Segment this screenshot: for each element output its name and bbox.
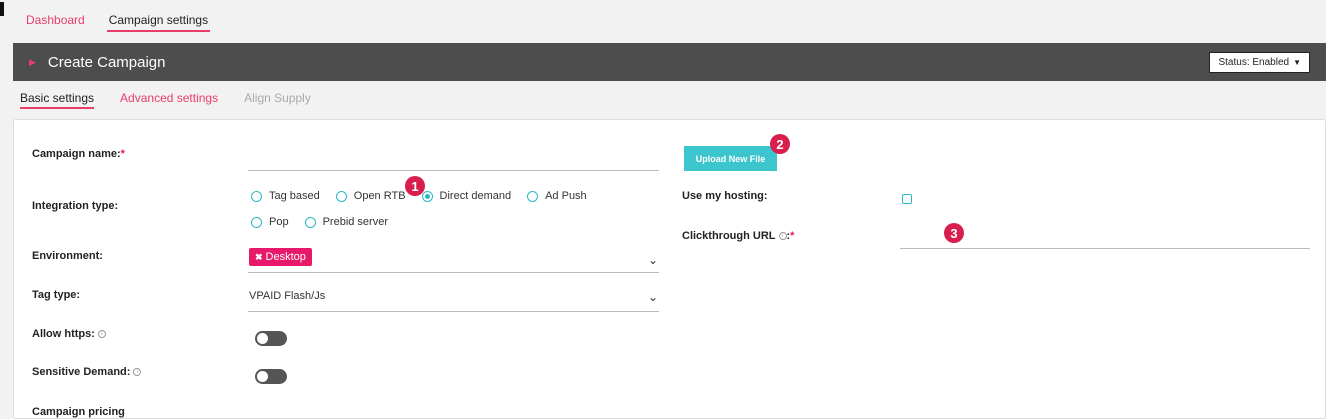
use-hosting-label: Use my hosting: (682, 190, 768, 202)
info-icon: i (97, 330, 106, 339)
window-edge-mark (0, 2, 4, 16)
page-title: Create Campaign (47, 53, 166, 71)
campaign-name-label: Campaign name:* (32, 148, 125, 160)
radio-prebid-server[interactable]: Prebid server (304, 216, 388, 228)
tag-type-value[interactable]: VPAID Flash/Js (249, 290, 325, 302)
campaign-pricing-label: Campaign pricing (32, 406, 125, 418)
annotation-badge-1: 1 (405, 176, 425, 196)
integration-type-label: Integration type: (32, 200, 119, 212)
info-icon: i (133, 368, 142, 377)
tab-advanced-settings[interactable]: Advanced settings (120, 91, 218, 109)
environment-select[interactable] (248, 272, 659, 273)
radio-circle (251, 190, 262, 202)
environment-label: Environment: (32, 250, 103, 262)
allow-https-label: Allow https: i (32, 328, 106, 340)
status-dropdown[interactable]: Status: Enabled ▼ (1209, 51, 1310, 73)
tab-align-supply[interactable]: Align Supply (244, 91, 311, 109)
tab-basic-settings[interactable]: Basic settings (20, 91, 95, 109)
radio-circle (304, 216, 316, 228)
annotation-badge-2: 2 (770, 134, 790, 154)
tag-type-select[interactable] (248, 311, 659, 312)
play-arrow-icon: ▶ (29, 56, 36, 67)
use-hosting-checkbox[interactable] (902, 194, 912, 204)
allow-https-toggle[interactable] (255, 331, 287, 346)
integration-type-row-2: Pop Prebid server (251, 216, 388, 228)
settings-tabs: Basic settings Advanced settings Align S… (20, 91, 311, 109)
sensitive-demand-label: Sensitive Demand: i (32, 366, 142, 378)
tag-type-label: Tag type: (32, 289, 81, 301)
radio-tag-based[interactable]: Tag based (251, 190, 320, 202)
chevron-down-icon[interactable]: ⌄ (648, 290, 658, 304)
radio-circle (251, 216, 262, 228)
info-icon: i (778, 232, 787, 241)
page-header: ▶ Create Campaign Status: Enabled ▼ (13, 43, 1326, 81)
nav-dashboard[interactable]: Dashboard (26, 13, 85, 32)
environment-chip[interactable]: ✖ Desktop (249, 248, 312, 266)
upload-new-file-button[interactable]: Upload New File (684, 146, 777, 171)
chevron-down-icon[interactable]: ⌄ (648, 253, 658, 267)
radio-circle-checked (421, 190, 433, 202)
top-navigation: Dashboard Campaign settings (26, 13, 211, 32)
campaign-name-input[interactable] (248, 155, 659, 171)
remove-x-icon[interactable]: ✖ (255, 252, 263, 263)
radio-circle (335, 190, 347, 202)
caret-down-icon: ▼ (1293, 57, 1301, 67)
radio-open-rtb[interactable]: Open RTB (335, 190, 406, 202)
status-label: Status: Enabled (1218, 56, 1290, 68)
radio-pop[interactable]: Pop (251, 216, 289, 228)
annotation-badge-3: 3 (944, 223, 964, 243)
radio-circle (527, 190, 539, 202)
nav-campaign-settings[interactable]: Campaign settings (106, 13, 211, 32)
radio-direct-demand[interactable]: Direct demand (421, 190, 511, 202)
radio-ad-push[interactable]: Ad Push (527, 190, 587, 202)
clickthrough-url-label: Clickthrough URL i:* (682, 230, 795, 242)
sensitive-demand-toggle[interactable] (255, 369, 287, 384)
campaign-form-panel: Campaign name:* Integration type: Tag ba… (13, 119, 1326, 419)
